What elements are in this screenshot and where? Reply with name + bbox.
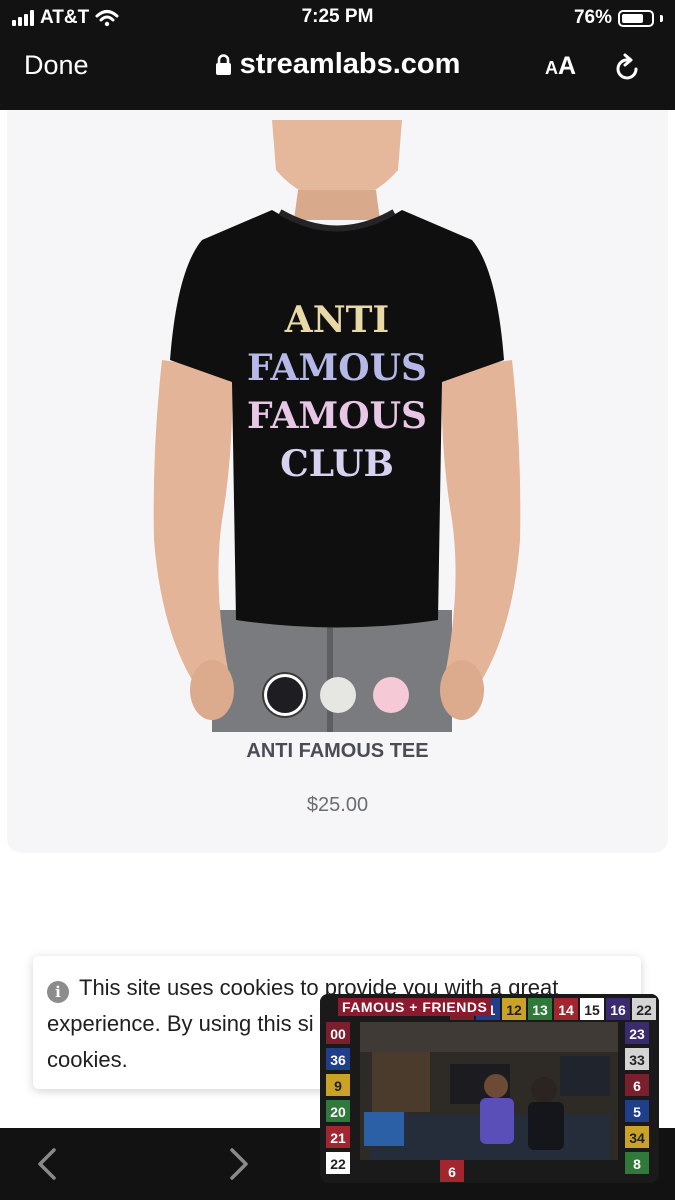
pip-overlay-title: FAMOUS + FRIENDS [338, 998, 492, 1016]
shirt-print-line-4: CLUB [280, 443, 394, 485]
pip-video-player[interactable]: 1311121314151622003692021222333653486 FA… [320, 994, 659, 1183]
text-size-button[interactable]: AA [545, 52, 576, 81]
reload-icon[interactable] [614, 53, 642, 83]
jersey-number: 6 [633, 1078, 641, 1094]
jersey-number: 20 [330, 1104, 346, 1120]
url-text: streamlabs.com [239, 48, 461, 80]
battery-percent: 76% [573, 7, 612, 28]
color-swatch[interactable] [319, 677, 356, 713]
info-icon: i [47, 981, 69, 1003]
status-bar: AT&T 7:25 PM 76% [0, 0, 675, 36]
jersey-number: 23 [629, 1026, 645, 1042]
battery-icon [618, 9, 654, 27]
jersey-number: 34 [629, 1130, 645, 1146]
jersey-number: 15 [584, 1002, 600, 1018]
jersey-number: 9 [334, 1078, 342, 1094]
jersey-number: 21 [330, 1130, 346, 1146]
color-swatch[interactable] [372, 677, 409, 713]
browser-header: AT&T 7:25 PM 76% Done streamlabs.com AA [0, 0, 675, 110]
jersey-number: 00 [330, 1026, 346, 1042]
jersey-number: 33 [629, 1052, 645, 1068]
jersey-number: 22 [330, 1156, 346, 1172]
jersey-number: 13 [532, 1002, 548, 1018]
jersey-number: 14 [558, 1002, 574, 1018]
product-card[interactable]: ANTI FAMOUS FAMOUS CLUB ANTI FAMOUS TEE … [7, 110, 668, 853]
jersey-number: 8 [633, 1156, 641, 1172]
jersey-number: 16 [610, 1002, 626, 1018]
lock-icon [215, 53, 231, 75]
battery-group: 76% [574, 6, 663, 30]
jersey-number: 36 [330, 1052, 346, 1068]
product-title[interactable]: ANTI FAMOUS TEE [7, 740, 668, 763]
jersey-number: 6 [448, 1164, 456, 1180]
color-swatch[interactable] [263, 674, 306, 716]
jersey-number: 12 [506, 1002, 522, 1018]
product-price: $25.00 [306, 794, 369, 816]
forward-chevron-icon[interactable] [228, 1147, 250, 1181]
jersey-number: 5 [633, 1104, 641, 1120]
product-image[interactable]: ANTI FAMOUS FAMOUS CLUB [152, 120, 522, 732]
shirt-print-line-1: ANTI [284, 299, 389, 341]
color-swatches [7, 674, 668, 716]
video-frame: 1311121314151622003692021222333653486 [320, 994, 659, 1183]
back-chevron-icon[interactable] [36, 1147, 58, 1181]
jersey-number: 22 [636, 1002, 652, 1018]
shirt-print-line-2: FAMOUS [247, 347, 427, 389]
shirt-print-line-3: FAMOUS [247, 395, 427, 437]
